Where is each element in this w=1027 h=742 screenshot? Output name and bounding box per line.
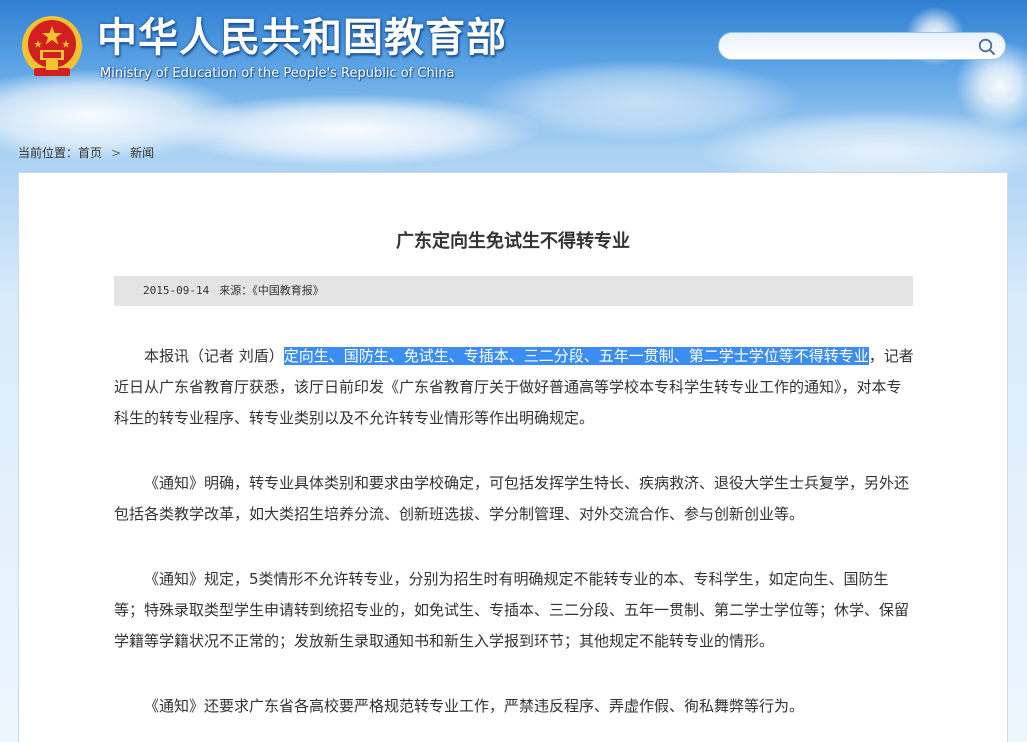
page: 中华人民共和国教育部 Ministry of Education of the … [0, 0, 1027, 742]
breadcrumb-label: 当前位置： [18, 146, 79, 160]
article-paragraph: 《通知》规定，5类情形不允许转专业，分别为招生时有明确规定不能转专业的本、专科学… [114, 570, 910, 650]
article-title: 广东定向生免试生不得转专业 [396, 231, 630, 252]
search-input[interactable] [729, 36, 973, 58]
article-paragraph: 《通知》还要求广东省各高校要严格规范转专业工作，严禁违反程序、弄虚作假、徇私舞弊… [144, 697, 805, 715]
site-subtitle: Ministry of Education of the People's Re… [100, 66, 455, 81]
article-date: 2015-09-14 [143, 284, 210, 297]
article-meta-bar: 2015-09-14 来源：《中国教育报》 [114, 276, 913, 306]
breadcrumb: 当前位置：首页 > 新闻 [18, 144, 154, 161]
article-source: 来源：《中国教育报》 [219, 284, 324, 297]
article-container: 广东定向生免试生不得转专业 2015-09-14 来源：《中国教育报》 本报讯（记… [18, 172, 1008, 742]
article-paragraph: 本报讯（记者 刘盾）定向生、国防生、免试生、专插本、三二分段、五年一贯制、第二学… [114, 341, 914, 434]
site-title[interactable]: 中华人民共和国教育部 [97, 14, 507, 62]
article-body: 本报讯（记者 刘盾）定向生、国防生、免试生、专插本、三二分段、五年一贯制、第二学… [114, 341, 914, 742]
breadcrumb-news-link[interactable]: 新闻 [130, 146, 154, 160]
search-box[interactable] [718, 32, 1006, 60]
national-emblem-icon[interactable] [20, 14, 84, 82]
paragraph-lead: 本报讯（记者 刘盾） [144, 347, 284, 365]
site-header: 中华人民共和国教育部 Ministry of Education of the … [0, 0, 1027, 130]
chevron-right-icon: > [111, 146, 122, 160]
selected-text-highlight[interactable]: 定向生、国防生、免试生、专插本、三二分段、五年一贯制、第二学士学位等不得转专业 [283, 347, 869, 365]
breadcrumb-home-link[interactable]: 首页 [78, 146, 102, 160]
search-icon[interactable] [977, 37, 997, 57]
article-paragraph: 《通知》明确，转专业具体类别和要求由学校确定，可包括发挥学生特长、疾病救济、退役… [114, 474, 910, 523]
